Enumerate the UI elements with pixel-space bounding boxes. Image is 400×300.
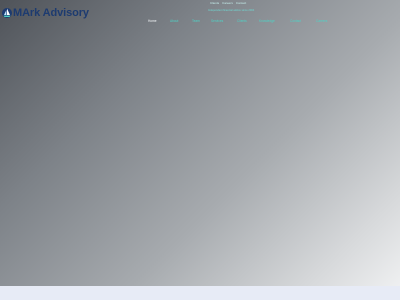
utility-nav: Clients Careers Contact xyxy=(210,1,246,5)
nav-item-services[interactable]: Services xyxy=(211,19,223,23)
nav-item-careers[interactable]: Careers xyxy=(316,19,327,23)
util-link-careers[interactable]: Careers xyxy=(222,1,233,5)
site-logo[interactable]: MArk Advisory xyxy=(2,7,89,19)
util-link-contact[interactable]: Contact xyxy=(236,1,246,5)
nav-item-knowledge[interactable]: Knowledge xyxy=(259,19,275,23)
brand-name: MArk Advisory xyxy=(13,7,89,19)
sailboat-icon xyxy=(2,8,12,18)
site-header: MArk Advisory Clients Careers Contact In… xyxy=(0,0,400,28)
util-link-clients[interactable]: Clients xyxy=(210,1,219,5)
tagline: Independent financial advice since 2004 xyxy=(208,9,255,12)
footer-band xyxy=(0,286,400,300)
main-nav: Home About Team Services Clients Knowled… xyxy=(0,19,400,24)
nav-item-about[interactable]: About xyxy=(170,19,178,23)
nav-item-home[interactable]: Home xyxy=(148,19,157,23)
nav-item-team[interactable]: Team xyxy=(192,19,200,23)
nav-item-clients[interactable]: Clients xyxy=(237,19,247,23)
nav-item-contact[interactable]: Contact xyxy=(290,19,301,23)
